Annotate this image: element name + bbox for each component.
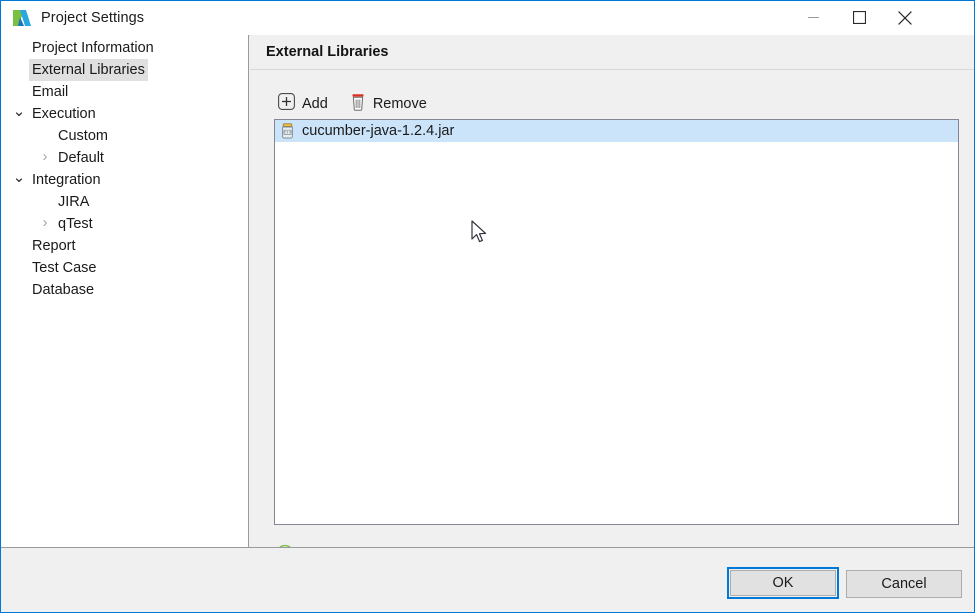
sidebar-item-label: JIRA [58, 194, 90, 210]
sidebar-item-label: Default [58, 150, 104, 166]
cancel-button-wrap: Cancel [846, 570, 962, 598]
project-settings-dialog: Project Settings Project Information Exte… [0, 0, 975, 613]
minimize-icon[interactable] [790, 1, 836, 34]
add-button-label: Add [302, 96, 328, 112]
library-rows: 010 cucumber-java-1.2.4.jar [275, 120, 958, 142]
window-title: Project Settings [41, 10, 145, 26]
page-title: External Libraries [250, 35, 974, 70]
list-item[interactable]: 010 cucumber-java-1.2.4.jar [275, 120, 958, 142]
maximize-icon[interactable] [836, 1, 882, 34]
close-icon[interactable] [882, 1, 928, 34]
dialog-footer: OK Cancel [1, 547, 974, 612]
chevron-down-icon[interactable]: ⌄ [12, 104, 26, 119]
sidebar-item-default[interactable]: › Default [1, 147, 248, 169]
sidebar-item-label: Execution [32, 106, 96, 122]
cancel-button[interactable]: Cancel [846, 570, 962, 598]
sidebar-item-execution[interactable]: ⌄ Execution [1, 103, 248, 125]
ok-button[interactable]: OK [730, 570, 836, 596]
library-toolbar: Add Remove [274, 90, 431, 118]
sidebar-item-label: Test Case [32, 260, 97, 276]
external-libraries-list[interactable]: 010 cucumber-java-1.2.4.jar [274, 119, 959, 525]
sidebar-item-label: Email [32, 84, 69, 100]
sidebar-item-database[interactable]: Database [1, 279, 248, 301]
sidebar-item-label: Report [32, 238, 76, 254]
tree-root: Project Information External Libraries Ema… [1, 35, 248, 301]
remove-button-label: Remove [372, 96, 427, 112]
sidebar-item-project-information[interactable]: Project Information [1, 37, 248, 59]
jar-file-icon: 010 [280, 123, 295, 139]
sidebar-item-report[interactable]: Report [1, 235, 248, 257]
sidebar-item-integration[interactable]: ⌄ Integration [1, 169, 248, 191]
settings-category-tree[interactable]: Project Information External Libraries Ema… [1, 35, 249, 547]
sidebar-item-label: Database [32, 282, 95, 298]
sidebar-item-test-case[interactable]: Test Case [1, 257, 248, 279]
sidebar-item-custom[interactable]: Custom [1, 125, 248, 147]
sidebar-item-jira[interactable]: JIRA [1, 191, 248, 213]
title-bar: Project Settings [1, 1, 974, 36]
add-button[interactable]: Add [274, 91, 332, 117]
trash-can-icon [350, 93, 366, 116]
sidebar-item-label: Integration [32, 172, 101, 188]
sidebar-item-label: qTest [58, 216, 93, 232]
chevron-down-icon[interactable]: ⌄ [12, 170, 26, 185]
chevron-right-icon[interactable]: › [38, 215, 52, 230]
library-name: cucumber-java-1.2.4.jar [302, 123, 455, 139]
sidebar-item-label: Custom [58, 128, 108, 144]
sidebar-item-qtest[interactable]: › qTest [1, 213, 248, 235]
ok-button-focus-ring: OK [727, 567, 839, 599]
sidebar-item-label: Project Information [32, 40, 154, 56]
remove-button[interactable]: Remove [346, 91, 431, 117]
plus-in-box-icon [278, 93, 295, 115]
svg-text:010: 010 [284, 130, 291, 135]
chevron-right-icon[interactable]: › [38, 149, 52, 164]
sidebar-item-label: External Libraries [29, 59, 148, 81]
sidebar-item-external-libraries[interactable]: External Libraries [1, 59, 248, 81]
sidebar-item-email[interactable]: Email [1, 81, 248, 103]
external-libraries-panel: External Libraries Add Remove 010 cucumb… [250, 35, 974, 564]
katalon-logo-icon [12, 8, 32, 28]
